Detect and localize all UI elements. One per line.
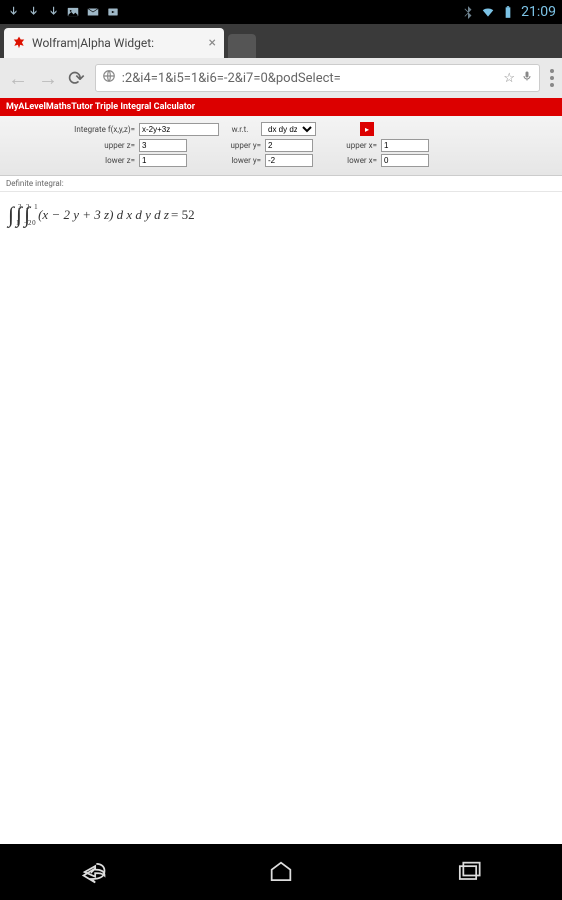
submit-button[interactable]: ▸: [360, 122, 374, 136]
upper-y-label: upper y=: [201, 141, 261, 150]
mail-icon: [86, 5, 100, 19]
tab-title: Wolfram|Alpha Widget:: [32, 36, 154, 50]
close-icon[interactable]: ×: [209, 35, 216, 51]
browser-tab[interactable]: Wolfram|Alpha Widget: ×: [4, 28, 224, 58]
clock-text: 21:09: [521, 4, 556, 20]
page-title: MyALevelMathsTutor Triple Integral Calcu…: [0, 98, 562, 116]
upper-x-label: upper x=: [327, 141, 377, 150]
url-text: :2&i4=1&i5=1&i6=-2&i7=0&podSelect=: [122, 71, 498, 86]
upper-x-input[interactable]: [381, 139, 429, 152]
lower-x-label: lower x=: [327, 156, 377, 165]
battery-icon: [501, 5, 515, 19]
play-store-icon: [106, 5, 120, 19]
function-input[interactable]: [139, 123, 219, 136]
bluetooth-icon: [461, 5, 475, 19]
upper-y-input[interactable]: [265, 139, 313, 152]
home-nav-button[interactable]: [267, 858, 295, 886]
integrand: (x − 2 y + 3 z) d x d y d z: [38, 207, 169, 223]
upper-z-label: upper z=: [10, 141, 135, 150]
menu-button[interactable]: [550, 69, 554, 87]
integral-y: ∫2−2: [16, 202, 22, 228]
lower-y-input[interactable]: [265, 154, 313, 167]
download-icon: [46, 5, 60, 19]
star-icon[interactable]: ☆: [503, 71, 515, 86]
result-expression: ∫31 ∫2−2 ∫10 (x − 2 y + 3 z) d x d y d z…: [0, 192, 562, 238]
url-bar[interactable]: :2&i4=1&i5=1&i6=-2&i7=0&podSelect= ☆: [95, 64, 540, 92]
fn-label: Integrate f(x,y,z)=: [10, 125, 135, 134]
lower-z-input[interactable]: [139, 154, 187, 167]
upper-z-input[interactable]: [139, 139, 187, 152]
browser-chrome: Wolfram|Alpha Widget: × ← → ⟳ :2&i4=1&i5…: [0, 24, 562, 98]
input-panel: Integrate f(x,y,z)= w.r.t. dx dy dz ▸ up…: [0, 116, 562, 176]
forward-button: →: [38, 66, 58, 91]
download-icon: [6, 5, 20, 19]
lower-x-input[interactable]: [381, 154, 429, 167]
new-tab-button[interactable]: [228, 34, 256, 58]
android-nav-bar: [0, 844, 562, 900]
wifi-icon: [481, 5, 495, 19]
mic-icon[interactable]: [521, 69, 533, 87]
recent-nav-button[interactable]: [454, 858, 482, 886]
result-heading: Definite integral:: [0, 176, 562, 192]
integral-z: ∫31: [8, 202, 14, 228]
download-icon: [26, 5, 40, 19]
integral-x: ∫10: [24, 202, 30, 228]
back-nav-button[interactable]: [80, 858, 108, 886]
wrt-label: w.r.t.: [223, 125, 257, 134]
globe-icon: [102, 69, 116, 87]
lower-y-label: lower y=: [201, 156, 261, 165]
image-icon: [66, 5, 80, 19]
result-value: = 52: [171, 207, 195, 223]
back-button[interactable]: ←: [8, 66, 28, 91]
android-status-bar: 21:09: [0, 0, 562, 24]
lower-z-label: lower z=: [10, 156, 135, 165]
wolfram-icon: [12, 36, 26, 50]
page-content: MyALevelMathsTutor Triple Integral Calcu…: [0, 98, 562, 844]
reload-button[interactable]: ⟳: [68, 66, 85, 90]
wrt-select[interactable]: dx dy dz: [261, 122, 316, 136]
